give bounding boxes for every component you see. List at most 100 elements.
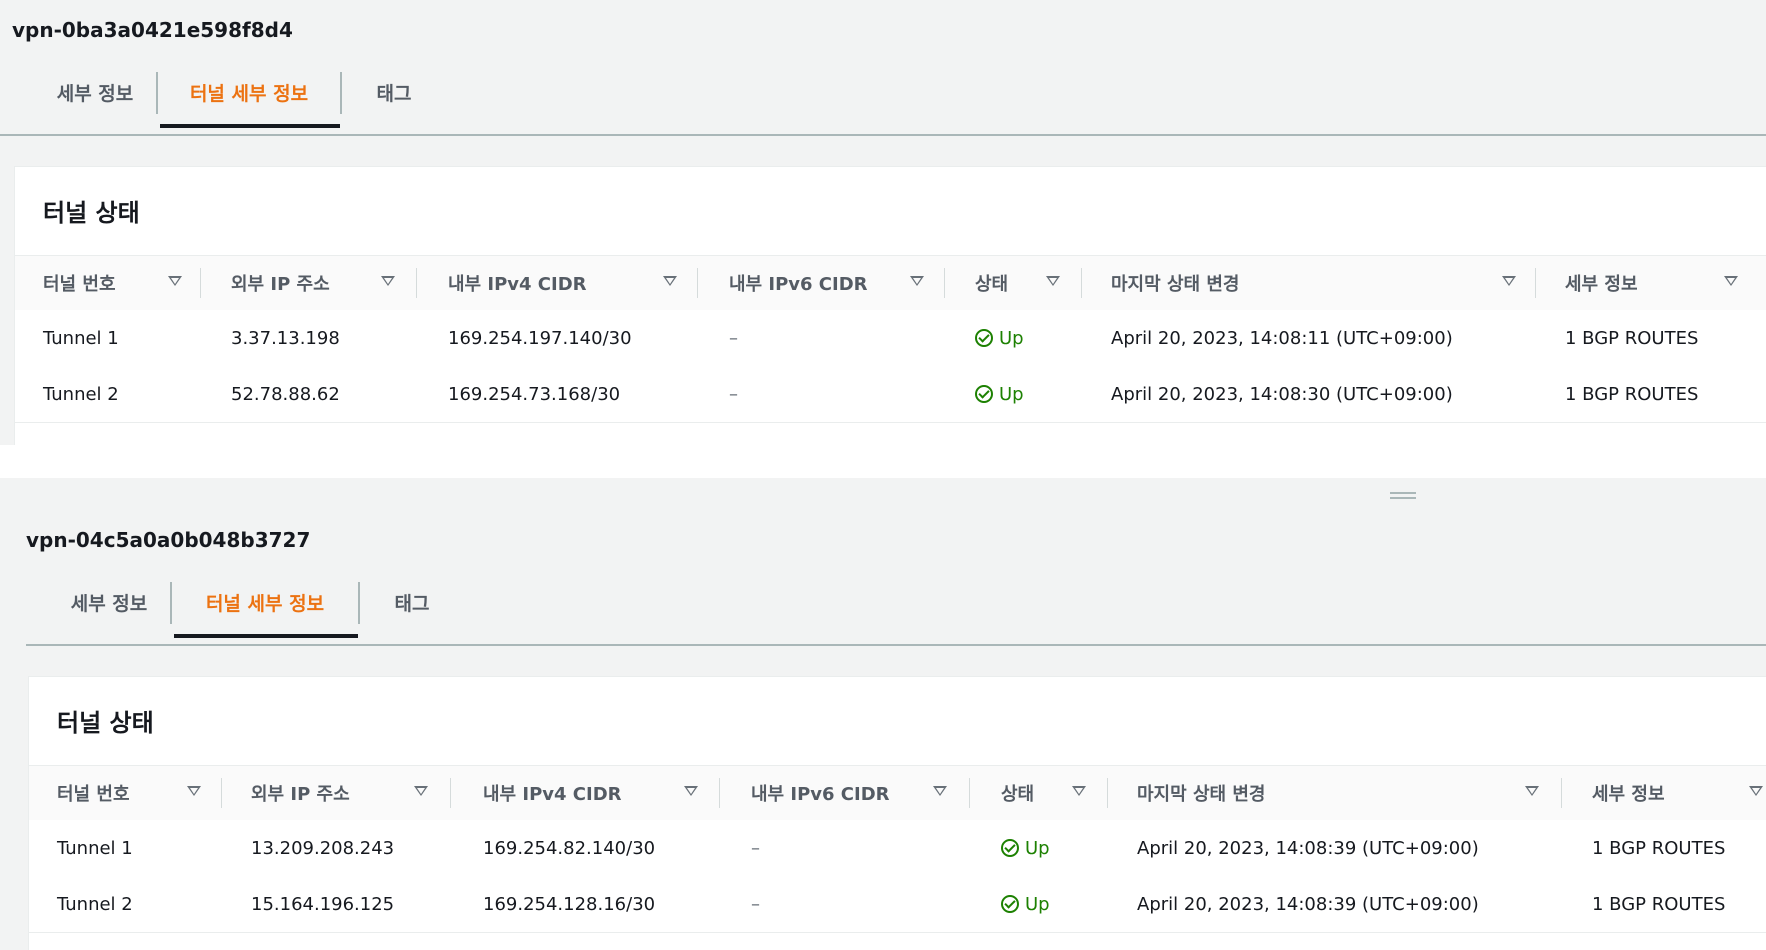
col-tunnel-number: 터널 번호: [43, 274, 116, 295]
cell-tunnel: Tunnel 2: [57, 893, 133, 915]
caret-down-icon[interactable]: [910, 276, 924, 286]
col-outside-ip: 외부 IP 주소: [251, 784, 350, 805]
cell-inside-ipv6: –: [751, 837, 760, 859]
column-separator[interactable]: [1107, 778, 1108, 808]
cell-inside-ipv4: 169.254.128.16/30: [483, 893, 656, 915]
status-text: Up: [1025, 837, 1050, 859]
tab-tags[interactable]: 태그: [352, 56, 436, 128]
cell-details: 1 BGP ROUTES: [1565, 383, 1699, 405]
column-separator[interactable]: [969, 778, 970, 808]
column-separator[interactable]: [1081, 268, 1082, 298]
column-separator[interactable]: [1535, 268, 1536, 298]
check-circle-icon: [1001, 895, 1019, 913]
card-title: 터널 상태: [43, 199, 140, 227]
table-row: Tunnel 1 3.37.13.198 169.254.197.140/30 …: [15, 310, 1766, 367]
cell-last-change: April 20, 2023, 14:08:39 (UTC+09:00): [1137, 893, 1479, 915]
cell-status: Up: [1001, 876, 1050, 932]
vpn-id-title: vpn-0ba3a0421e598f8d4: [12, 18, 293, 42]
cell-last-change: April 20, 2023, 14:08:39 (UTC+09:00): [1137, 837, 1479, 859]
cell-outside-ip: 15.164.196.125: [251, 893, 395, 915]
resize-grip-icon[interactable]: [1390, 492, 1416, 499]
column-separator[interactable]: [719, 778, 720, 808]
cell-inside-ipv6: –: [729, 327, 738, 349]
cell-tunnel: Tunnel 1: [43, 327, 119, 349]
column-separator[interactable]: [1561, 778, 1562, 808]
vpn-panel-1: vpn-0ba3a0421e598f8d4 세부 정보 터널 세부 정보 태그 …: [0, 0, 1766, 445]
cell-inside-ipv4: 169.254.197.140/30: [448, 327, 632, 349]
cell-tunnel: Tunnel 2: [43, 383, 119, 405]
table-header: 터널 번호 외부 IP 주소 내부 IPv4 CIDR 내부 IPv6 CIDR…: [15, 255, 1766, 311]
cell-details: 1 BGP ROUTES: [1592, 893, 1726, 915]
table-row: Tunnel 1 13.209.208.243 169.254.82.140/3…: [29, 820, 1766, 877]
vpn-panel-2: vpn-04c5a0a0b048b3727 세부 정보 터널 세부 정보 태그 …: [0, 478, 1766, 950]
caret-down-icon[interactable]: [1724, 276, 1738, 286]
col-tunnel-number: 터널 번호: [57, 784, 130, 805]
check-circle-icon: [975, 385, 993, 403]
caret-down-icon[interactable]: [1072, 786, 1086, 796]
table-row: Tunnel 2 15.164.196.125 169.254.128.16/3…: [29, 876, 1766, 933]
table-header: 터널 번호 외부 IP 주소 내부 IPv4 CIDR 내부 IPv6 CIDR…: [29, 765, 1766, 821]
col-inside-ipv6: 내부 IPv6 CIDR: [729, 274, 868, 295]
tab-details[interactable]: 세부 정보: [30, 56, 160, 128]
table-row: Tunnel 2 52.78.88.62 169.254.73.168/30 –…: [15, 366, 1766, 423]
caret-down-icon[interactable]: [381, 276, 395, 286]
caret-down-icon[interactable]: [414, 786, 428, 796]
col-last-change: 마지막 상태 변경: [1111, 274, 1240, 295]
tunnel-status-card: 터널 상태 터널 번호 외부 IP 주소 내부 IPv4 CIDR 내부 IPv…: [14, 166, 1766, 445]
check-circle-icon: [1001, 839, 1019, 857]
cell-last-change: April 20, 2023, 14:08:30 (UTC+09:00): [1111, 383, 1453, 405]
column-separator[interactable]: [200, 268, 201, 298]
tab-details[interactable]: 세부 정보: [44, 566, 174, 638]
caret-down-icon[interactable]: [1046, 276, 1060, 286]
tab-separator: [358, 582, 360, 624]
tabs-divider: [0, 134, 1766, 136]
cell-outside-ip: 3.37.13.198: [231, 327, 340, 349]
col-details: 세부 정보: [1565, 274, 1638, 295]
status-text: Up: [999, 327, 1024, 349]
column-separator[interactable]: [450, 778, 451, 808]
cell-inside-ipv6: –: [751, 893, 760, 915]
col-status: 상태: [975, 274, 1009, 295]
tab-tunnel-details[interactable]: 터널 세부 정보: [158, 56, 340, 128]
tab-tunnel-details[interactable]: 터널 세부 정보: [172, 566, 358, 638]
caret-down-icon[interactable]: [684, 786, 698, 796]
check-circle-icon: [975, 329, 993, 347]
caret-down-icon[interactable]: [168, 276, 182, 286]
cell-outside-ip: 13.209.208.243: [251, 837, 395, 859]
card-title: 터널 상태: [57, 709, 154, 737]
column-separator[interactable]: [221, 778, 222, 808]
caret-down-icon[interactable]: [663, 276, 677, 286]
caret-down-icon[interactable]: [1502, 276, 1516, 286]
col-details: 세부 정보: [1592, 784, 1665, 805]
tab-separator: [340, 72, 342, 114]
caret-down-icon[interactable]: [187, 786, 201, 796]
cell-status: Up: [1001, 820, 1050, 876]
caret-down-icon[interactable]: [933, 786, 947, 796]
cell-details: 1 BGP ROUTES: [1592, 837, 1726, 859]
caret-down-icon[interactable]: [1525, 786, 1539, 796]
col-last-change: 마지막 상태 변경: [1137, 784, 1266, 805]
status-text: Up: [999, 383, 1024, 405]
col-inside-ipv4: 내부 IPv4 CIDR: [448, 274, 587, 295]
cell-status: Up: [975, 366, 1024, 422]
col-inside-ipv4: 내부 IPv4 CIDR: [483, 784, 622, 805]
tabs-divider: [26, 644, 1766, 646]
tab-tags[interactable]: 태그: [370, 566, 454, 638]
column-separator[interactable]: [697, 268, 698, 298]
tunnel-status-card: 터널 상태 터널 번호 외부 IP 주소 내부 IPv4 CIDR 내부 IPv…: [28, 676, 1766, 950]
col-outside-ip: 외부 IP 주소: [231, 274, 330, 295]
column-separator[interactable]: [416, 268, 417, 298]
status-text: Up: [1025, 893, 1050, 915]
cell-details: 1 BGP ROUTES: [1565, 327, 1699, 349]
cell-status: Up: [975, 310, 1024, 366]
cell-inside-ipv6: –: [729, 383, 738, 405]
cell-last-change: April 20, 2023, 14:08:11 (UTC+09:00): [1111, 327, 1453, 349]
col-inside-ipv6: 내부 IPv6 CIDR: [751, 784, 890, 805]
tab-bar: 세부 정보 터널 세부 정보 태그: [0, 56, 1766, 128]
cell-tunnel: Tunnel 1: [57, 837, 133, 859]
caret-down-icon[interactable]: [1749, 786, 1763, 796]
column-separator[interactable]: [944, 268, 945, 298]
cell-outside-ip: 52.78.88.62: [231, 383, 340, 405]
cell-inside-ipv4: 169.254.82.140/30: [483, 837, 656, 859]
tab-bar: 세부 정보 터널 세부 정보 태그: [4, 566, 1766, 638]
